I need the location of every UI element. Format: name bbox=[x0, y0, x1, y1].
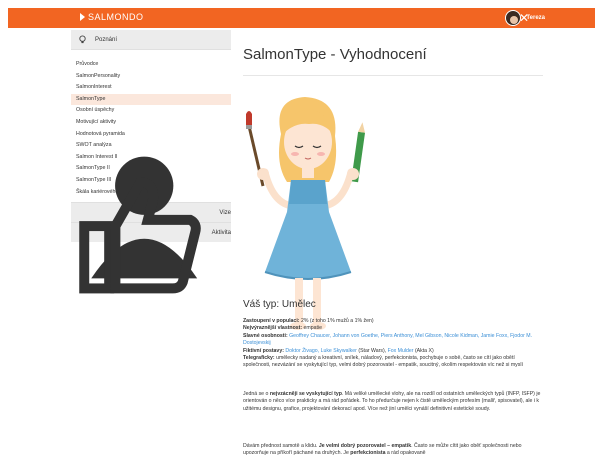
sidebar: Poznání Průvodce SalmonPersonality Salmo… bbox=[71, 30, 231, 294]
user-name: Tereza bbox=[526, 15, 545, 21]
sidebar-item-salmonpersonality[interactable]: SalmonPersonality bbox=[71, 71, 231, 83]
type-heading: Váš typ: Umělec bbox=[243, 299, 316, 310]
lightbulb-icon bbox=[79, 35, 86, 44]
page-frame: SALMONDO Tereza ✕ Poznání Průvodce Salmo… bbox=[0, 0, 603, 465]
sidebar-section-poznani[interactable]: Poznání bbox=[71, 30, 231, 50]
sidebar-item-salmontype[interactable]: SalmonType bbox=[71, 93, 231, 106]
info-zastoupeni: Zastoupení v populaci: 2% (z toho 1% muž… bbox=[243, 318, 374, 324]
title-divider bbox=[243, 75, 543, 76]
info-postavy: Fiktivní postavy: Doktor Živago, Luke Sk… bbox=[243, 347, 434, 354]
thumbs-up-icon bbox=[79, 177, 201, 294]
sidebar-item-pruvodce[interactable]: Průvodce bbox=[71, 59, 231, 71]
brand-logo[interactable]: SALMONDO bbox=[80, 12, 144, 22]
page-title: SalmonType - Vyhodnocení bbox=[243, 46, 427, 63]
sidebar-section-label: Poznání bbox=[95, 36, 118, 43]
character-link[interactable]: Doktor Živago, Luke Skywalker bbox=[285, 348, 357, 354]
info-vlastnost: Nejvýraznější vlastnost: empatie bbox=[243, 325, 323, 332]
play-icon bbox=[80, 13, 85, 21]
sidebar-item-motivujici-aktivity[interactable]: Motivující aktivity bbox=[71, 117, 231, 129]
sidebar-item-hodnotova-pyramida[interactable]: Hodnotová pyramida bbox=[71, 129, 231, 141]
type-info: Zastoupení v populaci: 2% (z toho 1% muž… bbox=[243, 318, 543, 370]
main-content: SalmonType - Vyhodnocení Váš typ: Umělec… bbox=[243, 46, 548, 456]
sidebar-section-label: Aktivita bbox=[211, 229, 231, 236]
character-link[interactable]: Fox Mulder bbox=[388, 348, 414, 354]
brand-name: SALMONDO bbox=[88, 12, 144, 22]
description-paragraph: Jedná se o nejvzácněji se vyskytující ty… bbox=[243, 391, 541, 412]
top-bar: SALMONDO Tereza ✕ bbox=[8, 8, 595, 28]
sidebar-section-label: Vize bbox=[219, 209, 231, 216]
wrench-screwdriver-icon[interactable]: ✕ bbox=[519, 11, 529, 25]
sidebar-item-salmoninterest[interactable]: SalmonInterest bbox=[71, 82, 231, 94]
info-telegraficky: Telegraficky: umělecky nadaný a kreativn… bbox=[243, 355, 523, 369]
info-osobnosti: Slavné osobnosti: Geoffrey Chaucer, Joha… bbox=[243, 332, 533, 347]
description-paragraph: Dávám přednost samotě a klidu. Je velmi … bbox=[243, 443, 522, 457]
sidebar-item-osobni-uspechy[interactable]: Osobní úspěchy bbox=[71, 105, 231, 117]
